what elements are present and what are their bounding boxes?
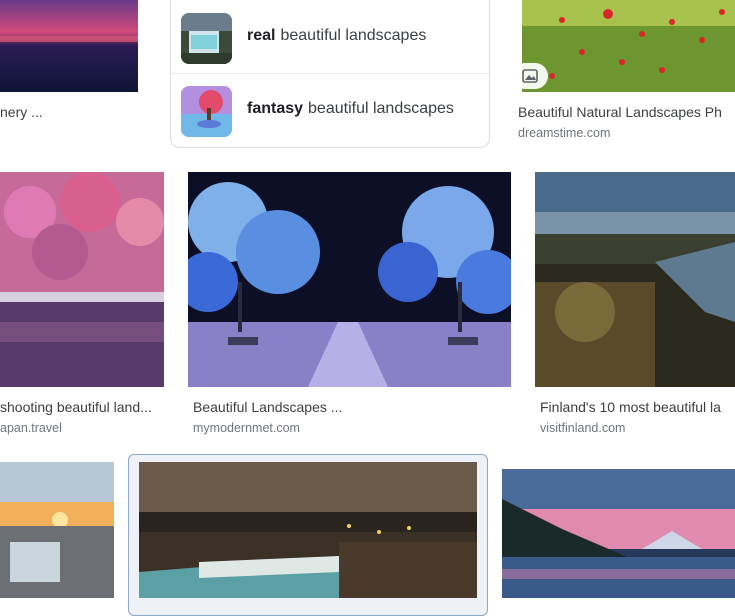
related-searches-dropdown: real beautiful landscapes fantasy beautifu…	[170, 0, 490, 148]
result-image-autumn-lake[interactable]	[0, 172, 164, 387]
result-caption[interactable]: nery ...	[0, 104, 120, 120]
mount-fuji-image	[502, 469, 735, 598]
sunset-falls-image	[0, 462, 114, 598]
suggestion-thumbnail	[181, 86, 232, 137]
result-source[interactable]: apan.travel	[0, 421, 164, 435]
result-image-mount-fuji[interactable]	[502, 469, 735, 598]
result-image-sunset-sea[interactable]	[0, 0, 138, 92]
image-badge	[512, 63, 548, 89]
niagara-night-image	[139, 462, 477, 598]
result-caption[interactable]: Finland's 10 most beautiful la	[540, 399, 735, 415]
result-source[interactable]: dreamstime.com	[518, 126, 718, 140]
suggestion-label: fantasy beautiful landscapes	[247, 100, 454, 117]
suggestion-label: real beautiful landscapes	[247, 27, 427, 44]
result-image-finland-lake[interactable]	[535, 172, 735, 387]
suggestion-fantasy-beautiful-landscapes[interactable]: fantasy beautiful landscapes	[171, 73, 489, 146]
result-source[interactable]: mymodernmet.com	[193, 421, 393, 435]
result-caption[interactable]: Beautiful Natural Landscapes Ph	[518, 104, 735, 120]
poppy-field-image	[522, 0, 735, 92]
autumn-lake-image	[0, 172, 164, 387]
result-image-niagara-night[interactable]	[139, 462, 477, 598]
finland-lake-image	[535, 172, 735, 387]
result-image-blue-trees-avenue[interactable]	[188, 172, 511, 387]
sunset-sea-image	[0, 0, 138, 92]
suggestion-thumbnail	[181, 13, 232, 64]
result-source[interactable]: visitfinland.com	[540, 421, 735, 435]
result-image-sunset-falls[interactable]	[0, 462, 114, 598]
result-caption[interactable]: shooting beautiful land...	[0, 399, 164, 415]
result-image-poppy-field[interactable]	[522, 0, 735, 92]
suggestion-real-beautiful-landscapes[interactable]: real beautiful landscapes	[171, 1, 489, 73]
result-caption[interactable]: Beautiful Landscapes ...	[193, 399, 493, 415]
image-icon	[522, 69, 538, 83]
blue-trees-avenue-image	[188, 172, 511, 387]
